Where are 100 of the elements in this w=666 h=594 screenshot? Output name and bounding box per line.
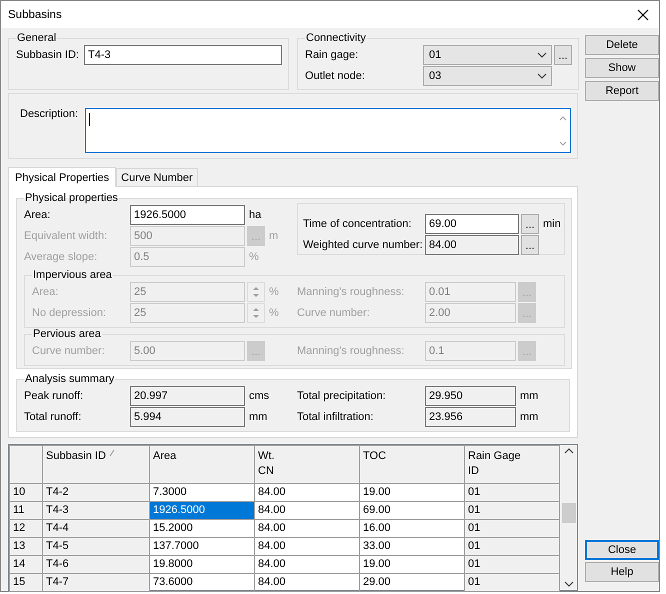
table-cell[interactable]: 29.00 <box>360 574 464 592</box>
field-label: Subbasin ID: <box>16 49 80 61</box>
column-header[interactable]: Rain Gage ID <box>464 446 560 484</box>
table-cell[interactable]: 84.00 <box>254 520 360 538</box>
table-cell[interactable]: 01 <box>464 520 560 538</box>
table-cell[interactable]: 84.00 <box>254 502 360 520</box>
input-field[interactable]: 5.994 <box>130 406 245 426</box>
window-title: Subbasins <box>8 8 62 20</box>
table-cell[interactable]: T4-4 <box>42 520 150 538</box>
column-header[interactable]: Subbasin ID <box>42 446 150 484</box>
input-field[interactable]: 23.956 <box>425 406 516 426</box>
table-cell[interactable]: 84.00 <box>254 538 360 556</box>
unit-label: m <box>269 230 278 242</box>
row-number: 14 <box>10 556 42 574</box>
unit-label: cms <box>249 390 270 402</box>
field-label: Time of concentration: <box>303 218 412 230</box>
unit-label: % <box>269 286 279 298</box>
table-cell[interactable]: 16.00 <box>360 520 464 538</box>
table-cell[interactable]: 19.00 <box>360 556 464 574</box>
dropdown[interactable]: 01 <box>423 44 552 64</box>
table-cell[interactable]: T4-7 <box>42 574 150 592</box>
field-label: Peak runoff: <box>24 390 84 402</box>
input-field[interactable]: 20.997 <box>130 386 245 406</box>
text-area[interactable] <box>85 108 571 153</box>
table-cell[interactable]: 01 <box>464 502 560 520</box>
table-cell[interactable]: 01 <box>464 574 560 592</box>
group-title: Physical properties <box>24 192 119 204</box>
column-header[interactable]: TOC <box>360 446 464 484</box>
field-label: Weighted curve number: <box>303 238 424 250</box>
group-title: Pervious area <box>32 328 102 340</box>
table-cell[interactable]: 73.6000 <box>150 574 254 592</box>
unit-label: mm <box>520 410 538 422</box>
input-field[interactable]: 29.950 <box>425 386 516 406</box>
close-icon[interactable] <box>637 8 649 20</box>
row-number: 13 <box>10 538 42 556</box>
table-cell[interactable]: 15.2000 <box>150 520 254 538</box>
dialog-button[interactable]: Help <box>585 562 659 582</box>
sort-icon <box>108 449 115 457</box>
table-cell[interactable]: 01 <box>464 484 560 502</box>
table-cell[interactable]: T4-6 <box>42 556 150 574</box>
unit-label: mm <box>520 390 538 402</box>
dialog-button[interactable]: Report <box>585 81 659 101</box>
dialog-button[interactable]: Delete <box>585 35 659 55</box>
group-title: Connectivity <box>305 32 367 44</box>
tab[interactable]: Physical Properties <box>8 167 116 187</box>
field-label: Manning's roughness: <box>297 286 406 298</box>
field-label: Area: <box>32 286 60 298</box>
table-cell[interactable]: T4-3 <box>42 502 150 520</box>
field-label: Total infiltration: <box>297 410 374 422</box>
column-header[interactable]: Area <box>150 446 254 484</box>
field-label: Total precipitation: <box>297 390 387 402</box>
scrollbar[interactable] <box>560 445 577 590</box>
input-field[interactable]: 84.00 <box>425 234 519 254</box>
dialog-button[interactable]: Close <box>585 540 659 560</box>
table-cell[interactable]: 01 <box>464 556 560 574</box>
field-label: Curve number: <box>297 306 371 318</box>
row-number: 15 <box>10 574 42 592</box>
table-cell[interactable]: 1926.5000 <box>150 502 254 520</box>
tab[interactable]: Curve Number <box>116 168 198 186</box>
row-number: 10 <box>10 484 42 502</box>
browse-button[interactable]: ... <box>521 214 539 234</box>
table-cell[interactable]: 84.00 <box>254 574 360 592</box>
field-label: Area: <box>24 208 52 220</box>
table-cell[interactable]: 19.00 <box>360 484 464 502</box>
table-cell[interactable]: T4-2 <box>42 484 150 502</box>
input-field[interactable]: 1926.5000 <box>130 204 245 224</box>
field-label: Description: <box>20 108 78 122</box>
table-cell[interactable]: 69.00 <box>360 502 464 520</box>
row-number: 11 <box>10 502 42 520</box>
unit-label: % <box>249 250 259 262</box>
input-field[interactable]: 69.00 <box>425 214 519 234</box>
scroll-thumb[interactable] <box>562 503 576 523</box>
input-field[interactable]: T4-3 <box>84 45 282 65</box>
group-title: Impervious area <box>32 269 113 281</box>
table-cell[interactable]: 33.00 <box>360 538 464 556</box>
field-label: Rain gage: <box>305 48 360 60</box>
group-title: Analysis summary <box>24 373 116 385</box>
scroll-down-icon[interactable] <box>564 580 574 588</box>
table-cell[interactable]: T4-5 <box>42 538 150 556</box>
unit-label: mm <box>249 410 268 422</box>
column-header[interactable]: Wt. CN <box>254 446 360 484</box>
dropdown[interactable]: 03 <box>423 66 552 86</box>
browse-button[interactable]: ... <box>521 234 539 254</box>
row-number: 12 <box>10 520 42 538</box>
field-label: Outlet node: <box>305 70 366 82</box>
table-cell[interactable]: 137.7000 <box>150 538 254 556</box>
group-title: General <box>16 32 58 44</box>
field-label: Average slope: <box>24 250 98 262</box>
table-cell[interactable]: 19.8000 <box>150 556 254 574</box>
unit-label: min <box>543 218 561 230</box>
field-label: Curve number: <box>32 344 106 356</box>
table-cell[interactable]: 01 <box>464 538 560 556</box>
table-cell[interactable]: 84.00 <box>254 556 360 574</box>
chevron-down-icon <box>537 52 547 58</box>
scroll-up-icon[interactable] <box>564 447 574 455</box>
field-label: Total runoff: <box>24 410 82 422</box>
table-cell[interactable]: 84.00 <box>254 484 360 502</box>
browse-button[interactable]: ... <box>554 44 572 64</box>
chevron-down-icon <box>537 72 547 78</box>
dialog-button[interactable]: Show <box>585 58 659 78</box>
